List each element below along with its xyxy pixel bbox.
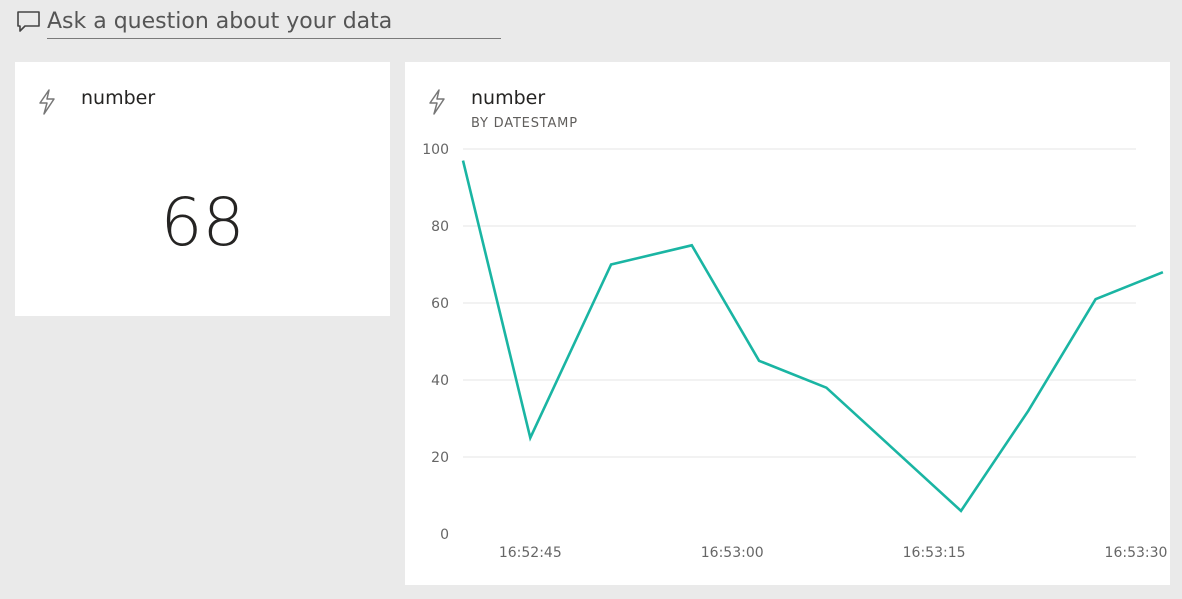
speech-bubble-icon[interactable] — [16, 10, 42, 34]
y-tick-label: 60 — [431, 296, 449, 312]
card-title: number — [81, 87, 156, 109]
qa-question-input[interactable] — [47, 4, 501, 39]
x-tick-label: 16:53:15 — [903, 545, 966, 561]
y-tick-label: 0 — [440, 527, 449, 543]
y-tick-label: 20 — [431, 450, 449, 466]
card-value: 68 — [160, 184, 245, 261]
y-tick-label: 80 — [431, 219, 449, 235]
x-tick-label: 16:53:00 — [701, 545, 764, 561]
card-tile[interactable]: number 68 — [15, 62, 390, 316]
x-tick-label: 16:53:30 — [1105, 545, 1168, 561]
lightning-bolt-icon — [39, 89, 55, 115]
line-chart: 0 20 40 60 80 100 16:52:45 16:53:00 16:53:15 16:5… — [422, 142, 1168, 561]
x-tick-label: 16:52:45 — [499, 545, 562, 561]
series-line[interactable] — [461, 160, 1164, 513]
y-tick-label: 100 — [422, 142, 449, 158]
line-chart-tile[interactable]: number BY DATESTAMP 0 20 40 60 80 100 16:52:45… — [405, 62, 1170, 585]
qa-search-bar[interactable] — [16, 4, 502, 40]
y-tick-label: 40 — [431, 373, 449, 389]
